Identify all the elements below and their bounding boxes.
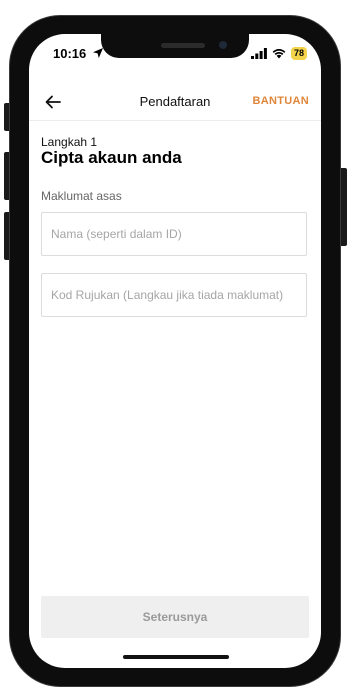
signal-icon bbox=[250, 47, 267, 59]
status-time: 10:16 bbox=[53, 46, 87, 61]
phone-frame: 10:16 78 Pendaftaran BANTUAN Langkah 1 C… bbox=[10, 16, 340, 686]
front-camera bbox=[219, 41, 227, 49]
referral-code-input[interactable] bbox=[41, 273, 307, 317]
status-icons: 78 bbox=[250, 46, 307, 60]
device-mockup: 10:16 78 Pendaftaran BANTUAN Langkah 1 C… bbox=[0, 0, 350, 700]
help-button[interactable]: BANTUAN bbox=[253, 95, 309, 107]
app-screen: 10:16 78 Pendaftaran BANTUAN Langkah 1 C… bbox=[29, 34, 321, 668]
home-indicator bbox=[123, 655, 229, 659]
step-label: Langkah 1 bbox=[41, 135, 98, 149]
name-input[interactable] bbox=[41, 212, 307, 256]
speaker-grille bbox=[161, 43, 205, 48]
nav-bar: Pendaftaran BANTUAN bbox=[29, 84, 321, 121]
next-button[interactable]: Seterusnya bbox=[41, 596, 309, 638]
notch bbox=[101, 34, 249, 58]
battery-icon: 78 bbox=[290, 46, 307, 60]
page-title: Cipta akaun anda bbox=[41, 148, 182, 167]
section-label: Maklumat asas bbox=[41, 189, 122, 203]
power-button bbox=[339, 168, 347, 246]
wifi-icon bbox=[272, 48, 286, 58]
location-arrow-icon bbox=[93, 48, 103, 58]
